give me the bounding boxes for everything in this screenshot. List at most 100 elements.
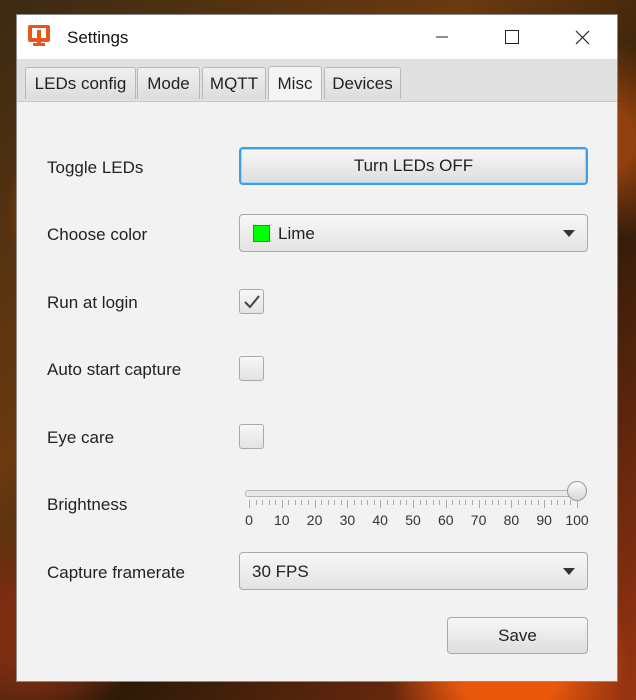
minimize-button[interactable] bbox=[419, 15, 465, 59]
slider-tick bbox=[577, 500, 578, 508]
color-select-value: Lime bbox=[278, 224, 315, 243]
slider-tick bbox=[478, 500, 480, 508]
slider-tick bbox=[262, 500, 264, 505]
minimize-icon bbox=[436, 36, 448, 38]
slider-tick bbox=[419, 500, 421, 505]
tab-leds-config[interactable]: LEDs config bbox=[25, 67, 136, 99]
slider-tick bbox=[294, 500, 296, 505]
chevron-down-icon bbox=[563, 230, 575, 237]
eye-care-checkbox[interactable] bbox=[239, 424, 264, 449]
slider-tick-label: 80 bbox=[503, 512, 520, 528]
slider-tick bbox=[439, 500, 441, 505]
toggle-leds-button[interactable]: Turn LEDs OFF bbox=[239, 147, 588, 185]
tab-misc[interactable]: Misc bbox=[268, 66, 322, 100]
slider-tick bbox=[268, 500, 270, 505]
slider-tick-label: 20 bbox=[306, 512, 323, 528]
slider-tick bbox=[537, 500, 539, 505]
slider-tick-label: 30 bbox=[339, 512, 356, 528]
settings-window: Settings LEDs config Mode MQTT Misc Devi… bbox=[16, 14, 618, 682]
color-swatch bbox=[253, 225, 270, 242]
slider-tick bbox=[485, 500, 487, 505]
title-bar[interactable]: Settings bbox=[17, 15, 617, 59]
slider-tick bbox=[393, 500, 395, 505]
choose-color-label: Choose color bbox=[47, 225, 148, 244]
slider-tick bbox=[360, 500, 362, 505]
slider-tick bbox=[327, 500, 329, 505]
slider-tick bbox=[472, 500, 474, 505]
tab-devices[interactable]: Devices bbox=[324, 67, 401, 99]
misc-panel: Toggle LEDs Turn LEDs OFF Choose color L… bbox=[17, 102, 617, 681]
slider-tick-label: 60 bbox=[438, 512, 454, 528]
slider-tick bbox=[288, 500, 290, 505]
slider-tick-label: 50 bbox=[405, 512, 421, 528]
slider-tick bbox=[570, 500, 572, 505]
slider-tick bbox=[557, 500, 559, 505]
toggle-leds-label: Toggle LEDs bbox=[47, 158, 144, 177]
slider-track bbox=[245, 490, 577, 497]
slider-tick bbox=[491, 500, 493, 505]
slider-tick bbox=[498, 500, 500, 505]
slider-tick bbox=[275, 500, 277, 505]
app-icon bbox=[27, 24, 51, 48]
window-title: Settings bbox=[67, 28, 129, 47]
slider-tick bbox=[504, 500, 506, 505]
chevron-down-icon bbox=[563, 568, 575, 575]
slider-tick-label: 0 bbox=[245, 512, 253, 528]
slider-tick bbox=[517, 500, 519, 505]
slider-tick bbox=[380, 500, 382, 508]
slider-tick bbox=[321, 500, 323, 505]
save-button[interactable]: Save bbox=[447, 617, 588, 654]
slider-tick bbox=[399, 500, 401, 505]
slider-tick bbox=[281, 500, 283, 508]
slider-tick bbox=[314, 500, 316, 508]
slider-tick bbox=[347, 500, 349, 508]
slider-tick bbox=[531, 500, 533, 505]
slider-tick bbox=[353, 500, 355, 505]
slider-tick bbox=[550, 500, 552, 505]
slider-tick bbox=[386, 500, 388, 505]
slider-tick-label: 10 bbox=[274, 512, 290, 528]
run-at-login-checkbox[interactable] bbox=[239, 289, 264, 314]
slider-tick bbox=[432, 500, 434, 505]
slider-tick bbox=[308, 500, 310, 505]
checkmark-icon bbox=[243, 294, 260, 308]
slider-tick bbox=[249, 500, 250, 508]
framerate-select-value: 30 FPS bbox=[252, 562, 309, 581]
slider-tick-label: 100 bbox=[565, 512, 589, 528]
slider-tick bbox=[373, 500, 375, 505]
brightness-label: Brightness bbox=[47, 495, 128, 514]
run-at-login-label: Run at login bbox=[47, 293, 138, 312]
slider-tick bbox=[413, 500, 414, 508]
auto-start-capture-label: Auto start capture bbox=[47, 360, 182, 379]
slider-thumb[interactable] bbox=[567, 481, 587, 501]
close-icon bbox=[575, 30, 589, 44]
slider-tick bbox=[340, 500, 342, 505]
capture-framerate-label: Capture framerate bbox=[47, 563, 185, 582]
slider-tick bbox=[563, 500, 565, 505]
tab-mode[interactable]: Mode bbox=[137, 67, 200, 99]
slider-tick bbox=[524, 500, 526, 505]
slider-tick bbox=[445, 500, 447, 508]
slider-tick-label: 40 bbox=[372, 512, 388, 528]
slider-tick bbox=[334, 500, 336, 505]
slider-tick bbox=[544, 500, 546, 508]
slider-tick bbox=[406, 500, 408, 505]
slider-tick bbox=[458, 500, 460, 505]
slider-tick-label: 90 bbox=[536, 512, 552, 528]
color-select[interactable]: Lime bbox=[239, 214, 588, 252]
eye-care-label: Eye care bbox=[47, 428, 115, 447]
slider-tick bbox=[426, 500, 428, 505]
tab-mqtt[interactable]: MQTT bbox=[202, 67, 266, 99]
close-button[interactable] bbox=[559, 15, 605, 59]
slider-tick bbox=[255, 500, 257, 505]
maximize-icon bbox=[505, 30, 519, 44]
slider-ticks bbox=[249, 500, 578, 508]
maximize-button[interactable] bbox=[489, 15, 535, 59]
framerate-select[interactable]: 30 FPS bbox=[239, 552, 588, 590]
tab-bar: LEDs config Mode MQTT Misc Devices bbox=[17, 59, 617, 102]
auto-start-capture-checkbox[interactable] bbox=[239, 356, 264, 381]
slider-tick-label: 70 bbox=[470, 512, 487, 528]
slider-tick bbox=[301, 500, 303, 505]
brightness-slider[interactable]: 0 10 20 30 40 50 60 70 80 90 100 bbox=[245, 481, 589, 534]
slider-tick bbox=[367, 500, 369, 505]
